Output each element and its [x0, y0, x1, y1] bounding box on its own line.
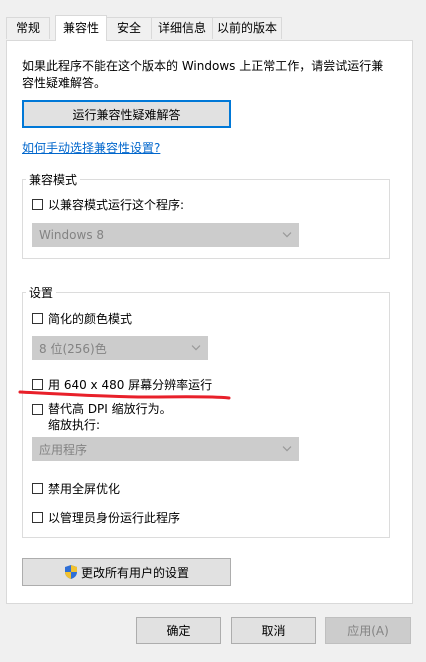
chevron-down-icon — [282, 227, 292, 241]
compat-mode-checkbox[interactable] — [32, 199, 43, 210]
change-all-users-button[interactable]: 更改所有用户的设置 — [22, 558, 231, 586]
tab-previous-versions[interactable]: 以前的版本 — [212, 17, 282, 39]
ok-button[interactable]: 确定 — [136, 617, 221, 644]
settings-group-title: 设置 — [26, 284, 57, 301]
reduced-color-checkbox[interactable] — [32, 313, 43, 324]
compat-mode-checkbox-label: 以兼容模式运行这个程序: — [48, 198, 185, 212]
color-depth-select[interactable]: 8 位(256)色 — [32, 336, 208, 360]
compat-mode-group-title: 兼容模式 — [26, 171, 81, 188]
tab-compatibility[interactable]: 兼容性 — [55, 15, 107, 41]
tab-security[interactable]: 安全 — [106, 17, 152, 39]
dpi-override-checkbox[interactable] — [32, 404, 43, 415]
compat-mode-checkbox-row[interactable]: 以兼容模式运行这个程序: — [32, 196, 184, 213]
cancel-button[interactable]: 取消 — [231, 617, 316, 644]
disable-fullscreen-label: 禁用全屏优化 — [48, 482, 121, 496]
chevron-down-icon — [282, 441, 292, 455]
dpi-scaling-select[interactable]: 应用程序 — [32, 437, 299, 461]
reduced-color-label: 简化的颜色模式 — [48, 312, 133, 326]
manual-settings-link[interactable]: 如何手动选择兼容性设置? — [22, 139, 160, 156]
disable-fullscreen-row[interactable]: 禁用全屏优化 — [32, 480, 120, 497]
tab-general[interactable]: 常规 — [6, 17, 50, 39]
dpi-override-row[interactable]: 替代高 DPI 缩放行为。 缩放执行: — [32, 401, 172, 433]
run-as-admin-label: 以管理员身份运行此程序 — [48, 511, 181, 525]
compat-mode-group — [22, 179, 390, 259]
reduced-color-row[interactable]: 简化的颜色模式 — [32, 310, 132, 327]
dpi-scaling-label: 缩放执行: — [48, 418, 101, 432]
run-as-admin-row[interactable]: 以管理员身份运行此程序 — [32, 509, 180, 526]
disable-fullscreen-checkbox[interactable] — [32, 483, 43, 494]
tab-details[interactable]: 详细信息 — [151, 17, 213, 39]
intro-text: 如果此程序不能在这个版本的 Windows 上正常工作，请尝试运行兼容性疑难解答… — [22, 59, 384, 90]
uac-shield-icon — [64, 564, 78, 580]
red-underline-annotation — [18, 390, 231, 400]
chevron-down-icon — [191, 340, 201, 354]
compat-os-select[interactable]: Windows 8 — [32, 223, 299, 247]
run-as-admin-checkbox[interactable] — [32, 512, 43, 523]
run-troubleshooter-button[interactable]: 运行兼容性疑难解答 — [22, 100, 231, 128]
apply-button[interactable]: 应用(A) — [325, 617, 411, 644]
dpi-override-label: 替代高 DPI 缩放行为。 — [48, 402, 172, 416]
